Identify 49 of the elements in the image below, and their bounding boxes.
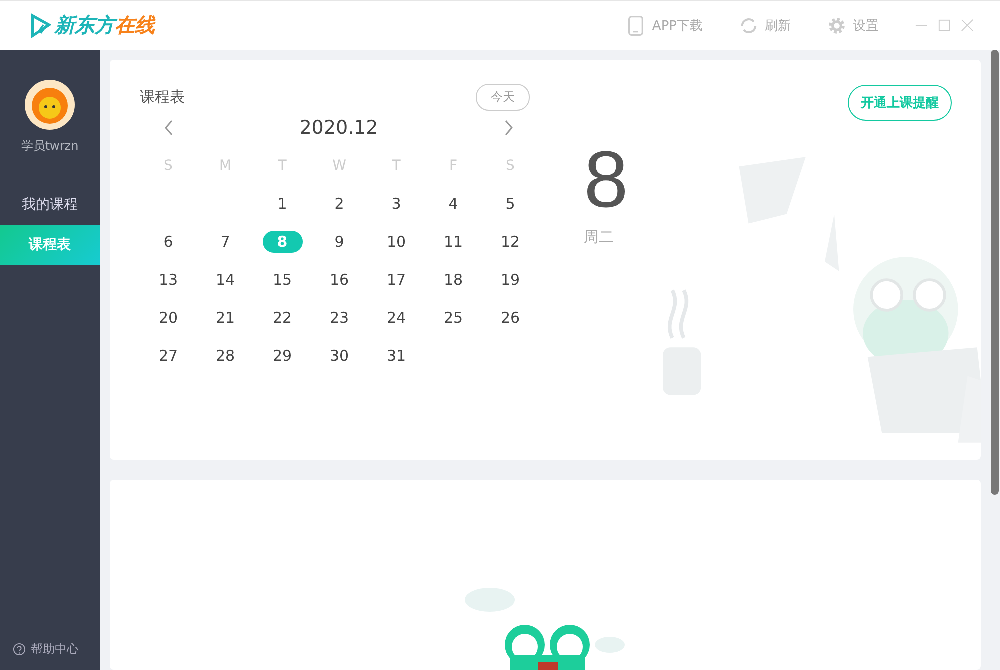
calendar-day[interactable]: 7 bbox=[206, 231, 246, 253]
help-icon[interactable] bbox=[13, 643, 26, 656]
calendar-day[interactable]: 16 bbox=[320, 269, 360, 291]
maximize-icon[interactable] bbox=[938, 19, 951, 32]
calendar-day[interactable]: 14 bbox=[206, 269, 246, 291]
previous-icon[interactable] bbox=[164, 120, 174, 136]
calendar-day[interactable]: 19 bbox=[490, 269, 530, 291]
logo-icon bbox=[31, 12, 51, 38]
calendar-day[interactable]: 3 bbox=[376, 193, 416, 215]
calendar-day[interactable]: 4 bbox=[434, 193, 474, 215]
calendar-day[interactable]: 6 bbox=[148, 231, 188, 253]
logo-text: 新东方在线 bbox=[55, 12, 155, 39]
calendar-day[interactable]: 26 bbox=[490, 307, 530, 329]
calendar-day[interactable]: 5 bbox=[490, 193, 530, 215]
next-icon[interactable] bbox=[504, 120, 514, 136]
big-date: 8 bbox=[584, 136, 628, 224]
calendar-day[interactable]: 18 bbox=[434, 269, 474, 291]
calendar-day[interactable]: 25 bbox=[434, 307, 474, 329]
calendar-day[interactable]: 12 bbox=[490, 231, 530, 253]
sidebar-item[interactable]: 我的课程 bbox=[0, 185, 100, 225]
calendar-day[interactable]: 24 bbox=[376, 307, 416, 329]
calendar-day[interactable]: 13 bbox=[148, 269, 188, 291]
weekday-text: 周二 bbox=[584, 228, 614, 247]
scrollbar-thumb[interactable] bbox=[991, 50, 999, 495]
avatar-icon bbox=[25, 80, 75, 130]
calendar-day[interactable]: 9 bbox=[320, 231, 360, 253]
card-title: 课程表 bbox=[140, 88, 185, 107]
user-name: 学员twrzn bbox=[21, 138, 79, 155]
calendar-day[interactable]: 17 bbox=[376, 269, 416, 291]
calendar-day[interactable]: 27 bbox=[148, 345, 188, 367]
calendar-day[interactable]: 28 bbox=[206, 345, 246, 367]
calendar-day[interactable]: 1 bbox=[262, 193, 302, 215]
calendar-day[interactable]: 29 bbox=[262, 345, 302, 367]
close-icon[interactable] bbox=[961, 19, 974, 32]
calendar-day[interactable]: 22 bbox=[262, 307, 302, 329]
calendar-day[interactable]: 20 bbox=[148, 307, 188, 329]
calendar-day[interactable]: 23 bbox=[320, 307, 360, 329]
calendar-day[interactable]: 30 bbox=[320, 345, 360, 367]
calendar-day[interactable]: 21 bbox=[206, 307, 246, 329]
refresh-icon[interactable] bbox=[739, 16, 759, 36]
settings-icon[interactable] bbox=[827, 16, 847, 36]
calendar-day[interactable]: 11 bbox=[434, 231, 474, 253]
calendar-day[interactable]: 10 bbox=[376, 231, 416, 253]
calendar-day[interactable]: 2 bbox=[320, 193, 360, 215]
calendar-day[interactable]: 15 bbox=[262, 269, 302, 291]
help-link[interactable]: 帮助中心 bbox=[31, 641, 79, 658]
month-label: 2020.12 bbox=[300, 117, 378, 139]
calendar-day[interactable]: 31 bbox=[376, 345, 416, 367]
phone-icon[interactable] bbox=[626, 16, 646, 36]
